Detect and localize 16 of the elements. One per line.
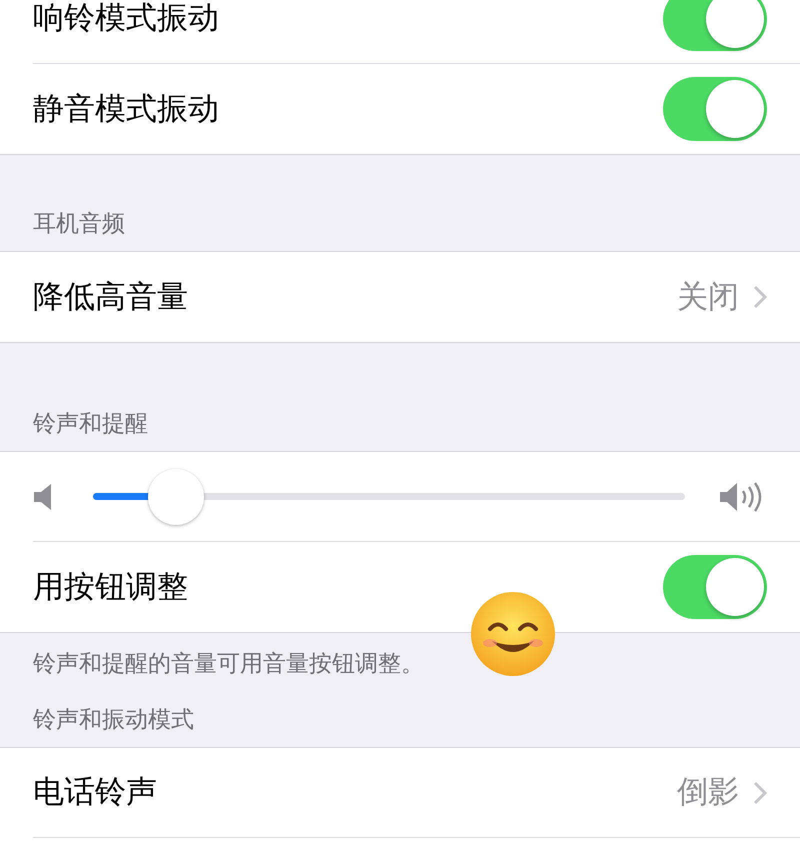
row-value: 关闭: [677, 278, 739, 317]
row-label: 响铃模式振动: [33, 0, 219, 38]
chevron-icon: [753, 780, 767, 804]
row-label: 静音模式振动: [33, 90, 219, 129]
slider-thumb[interactable]: [148, 468, 204, 524]
smiley-icon: [470, 591, 556, 677]
chevron-icon: [753, 285, 767, 309]
row-value: 倒影: [677, 773, 739, 812]
row-label: 降低高音量: [33, 278, 188, 317]
toggle-switch[interactable]: [663, 0, 767, 50]
row-label: 用按钮调整: [33, 568, 188, 607]
section-header: 铃声和振动模式: [32, 706, 194, 734]
row-label: 电话铃声: [33, 773, 157, 812]
section-header: 耳机音频: [32, 210, 125, 238]
section-footer: 铃声和提醒的音量可用音量按钮调整。: [33, 651, 424, 677]
section-header: 铃声和提醒: [32, 410, 148, 438]
